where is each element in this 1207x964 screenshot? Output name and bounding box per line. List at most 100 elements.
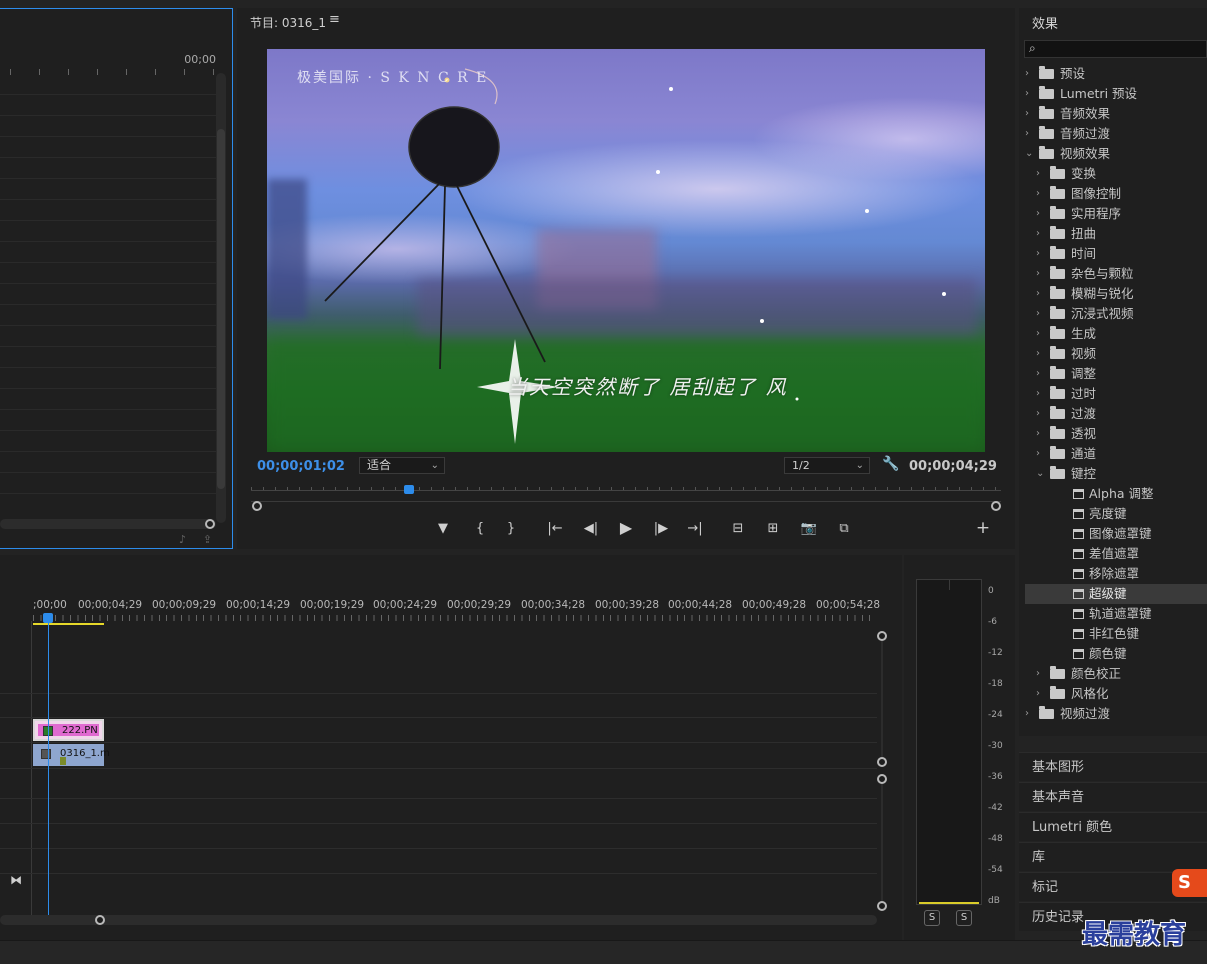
chevron-right-icon[interactable]: › — [1036, 264, 1046, 284]
program-current-timecode[interactable]: 00;00;01;02 — [257, 459, 345, 474]
solo-left-button[interactable]: S — [924, 910, 940, 926]
chevron-right-icon[interactable]: › — [1036, 244, 1046, 264]
side-panel-tab[interactable]: 基本声音 — [1019, 782, 1207, 811]
source-export-icon[interactable]: ⇪ — [203, 533, 212, 546]
effect-item[interactable]: › 视频 — [1025, 344, 1207, 364]
keyframe-marker[interactable] — [60, 757, 66, 765]
source-horizontal-scrollbar[interactable] — [0, 519, 216, 529]
mark-in-button[interactable]: { — [470, 521, 490, 536]
timeline-horizontal-scrollbar[interactable] — [0, 915, 877, 925]
effect-item[interactable]: › 调整 — [1025, 364, 1207, 384]
chevron-right-icon[interactable]: › — [1036, 224, 1046, 244]
effect-item[interactable]: › 生成 — [1025, 324, 1207, 344]
chevron-right-icon[interactable]: › — [1025, 84, 1035, 104]
extract-button[interactable]: ⊞ — [763, 521, 783, 536]
work-area-bar[interactable] — [33, 623, 104, 625]
source-ruler[interactable] — [0, 69, 216, 79]
effect-item[interactable]: › 视频过渡 — [1025, 704, 1207, 724]
program-playhead[interactable] — [403, 485, 414, 494]
timeline-vscroll-handle[interactable] — [877, 774, 887, 784]
chevron-right-icon[interactable]: › — [1036, 204, 1046, 224]
side-panel-tab[interactable]: 库 — [1019, 842, 1207, 871]
chevron-right-icon[interactable]: › — [1036, 404, 1046, 424]
effect-item[interactable]: 图像遮罩键 — [1025, 524, 1207, 544]
effect-item[interactable]: › 透视 — [1025, 424, 1207, 444]
effect-item[interactable]: › 扭曲 — [1025, 224, 1207, 244]
chevron-right-icon[interactable]: › — [1036, 304, 1046, 324]
chevron-down-icon[interactable]: ⌄ — [1036, 464, 1046, 484]
chevron-right-icon[interactable]: › — [1036, 424, 1046, 444]
effect-item[interactable]: 亮度键 — [1025, 504, 1207, 524]
program-zoom-handle-left[interactable] — [252, 501, 262, 511]
go-to-in-button[interactable]: |← — [545, 521, 565, 536]
chevron-right-icon[interactable]: › — [1036, 184, 1046, 204]
effects-panel-title[interactable]: 效果 — [1032, 13, 1058, 32]
timeline-ruler[interactable]: ;00;00 00;00;04;29 00;00;09;29 00;00;14;29 0… — [0, 599, 900, 613]
chevron-right-icon[interactable]: › — [1036, 384, 1046, 404]
step-forward-button[interactable]: |▶ — [651, 521, 671, 536]
export-frame-button[interactable]: 📷 — [799, 521, 819, 536]
source-vscroll-thumb[interactable] — [217, 129, 225, 489]
chevron-down-icon[interactable]: ⌄ — [1025, 144, 1035, 164]
timeline-vscroll-handle[interactable] — [877, 757, 887, 767]
effect-item[interactable]: › 预设 — [1025, 64, 1207, 84]
chevron-right-icon[interactable]: › — [1025, 124, 1035, 144]
timeline-zoom-handle[interactable] — [95, 915, 105, 925]
program-panel-menu-icon[interactable]: ≡ — [329, 12, 340, 27]
effect-item[interactable]: 非红色键 — [1025, 624, 1207, 644]
add-marker-button[interactable]: ▼ — [433, 521, 453, 536]
button-editor-add-button[interactable]: + — [973, 518, 993, 538]
side-panel-tab[interactable]: 基本图形 — [1019, 752, 1207, 781]
timeline-vscroll-handle[interactable] — [877, 901, 887, 911]
chevron-right-icon[interactable]: › — [1025, 104, 1035, 124]
chevron-right-icon[interactable]: › — [1036, 444, 1046, 464]
effect-item[interactable]: › 音频效果 — [1025, 104, 1207, 124]
program-monitor-title[interactable]: 节目: 0316_1 — [250, 14, 326, 31]
effect-item[interactable]: ⌄ 视频效果 — [1025, 144, 1207, 164]
program-video-frame[interactable]: 极美国际 · S K N C R E 当天空突然断了 居刮起了 风 — [267, 49, 985, 452]
bowtie-icon[interactable]: ⧓ — [10, 873, 22, 887]
source-zoom-handle[interactable] — [205, 519, 215, 529]
program-zoom-bar[interactable] — [251, 501, 1001, 509]
solo-right-button[interactable]: S — [956, 910, 972, 926]
effect-item[interactable]: Alpha 调整 — [1025, 484, 1207, 504]
clip-222-png[interactable]: 222.PN — [33, 719, 104, 741]
program-scrubber[interactable] — [251, 485, 1001, 497]
source-audio-icon[interactable]: ♪ — [179, 533, 186, 546]
comparison-view-button[interactable]: ⧉ — [834, 521, 854, 536]
effect-item[interactable]: › 杂色与颗粒 — [1025, 264, 1207, 284]
effect-item[interactable]: › 通道 — [1025, 444, 1207, 464]
effect-item[interactable]: › 变换 — [1025, 164, 1207, 184]
program-fit-dropdown[interactable]: 适合 ⌄ — [359, 457, 445, 474]
program-resolution-dropdown[interactable]: 1/2 ⌄ — [784, 457, 870, 474]
effect-item[interactable]: 差值遮罩 — [1025, 544, 1207, 564]
effect-item[interactable]: › 图像控制 — [1025, 184, 1207, 204]
clip-0316-1[interactable]: 0316_1.m — [33, 744, 110, 766]
chevron-right-icon[interactable]: › — [1036, 344, 1046, 364]
chevron-right-icon[interactable]: › — [1036, 664, 1046, 684]
chevron-right-icon[interactable]: › — [1025, 64, 1035, 84]
sogou-logo[interactable]: S — [1172, 869, 1207, 897]
effect-item[interactable]: › 风格化 — [1025, 684, 1207, 704]
side-panel-tab[interactable]: Lumetri 颜色 — [1019, 812, 1207, 841]
effects-search-input[interactable]: ⌕ — [1024, 40, 1207, 58]
chevron-right-icon[interactable]: › — [1036, 684, 1046, 704]
chevron-right-icon[interactable]: › — [1036, 324, 1046, 344]
play-button[interactable]: ▶ — [616, 518, 636, 537]
chevron-right-icon[interactable]: › — [1025, 704, 1035, 724]
lift-button[interactable]: ⊟ — [728, 521, 748, 536]
program-zoom-handle-right[interactable] — [991, 501, 1001, 511]
timeline-vscroll-track[interactable] — [881, 641, 883, 757]
go-to-out-button[interactable]: →| — [685, 521, 705, 536]
source-vertical-scrollbar[interactable] — [216, 73, 226, 523]
effect-item[interactable]: › 过渡 — [1025, 404, 1207, 424]
wrench-icon[interactable]: 🔧 — [882, 456, 899, 472]
effect-item[interactable]: ⌄ 键控 — [1025, 464, 1207, 484]
effect-item[interactable]: › 实用程序 — [1025, 204, 1207, 224]
effect-item[interactable]: › 音频过渡 — [1025, 124, 1207, 144]
mark-out-button[interactable]: } — [501, 521, 521, 536]
timeline-vscroll-handle[interactable] — [877, 631, 887, 641]
effect-item[interactable]: 移除遮罩 — [1025, 564, 1207, 584]
chevron-right-icon[interactable]: › — [1036, 164, 1046, 184]
chevron-right-icon[interactable]: › — [1036, 364, 1046, 384]
